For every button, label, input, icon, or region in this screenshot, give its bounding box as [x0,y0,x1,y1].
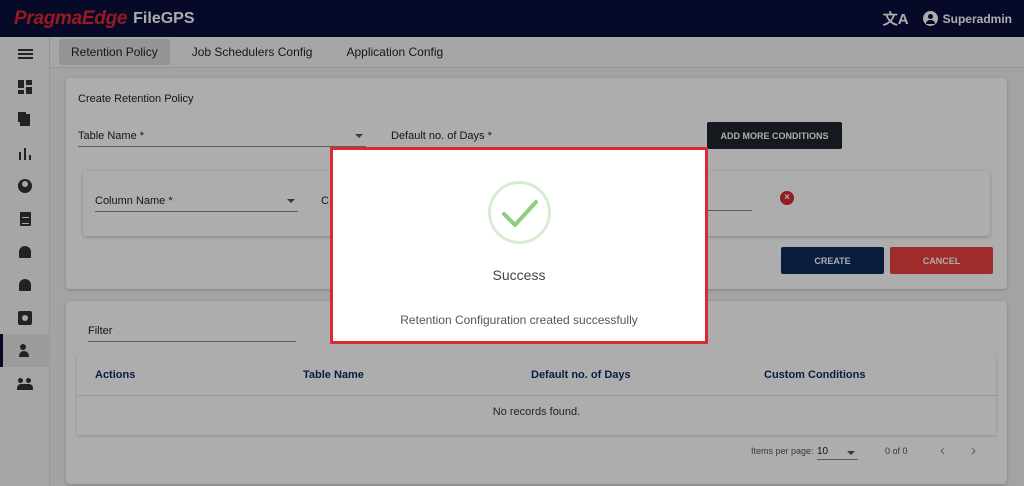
success-check-icon [488,181,551,244]
dialog-title: Success [492,267,546,283]
success-dialog: Success Retention Configuration created … [330,147,708,344]
dialog-message: Retention Configuration created successf… [400,313,638,327]
